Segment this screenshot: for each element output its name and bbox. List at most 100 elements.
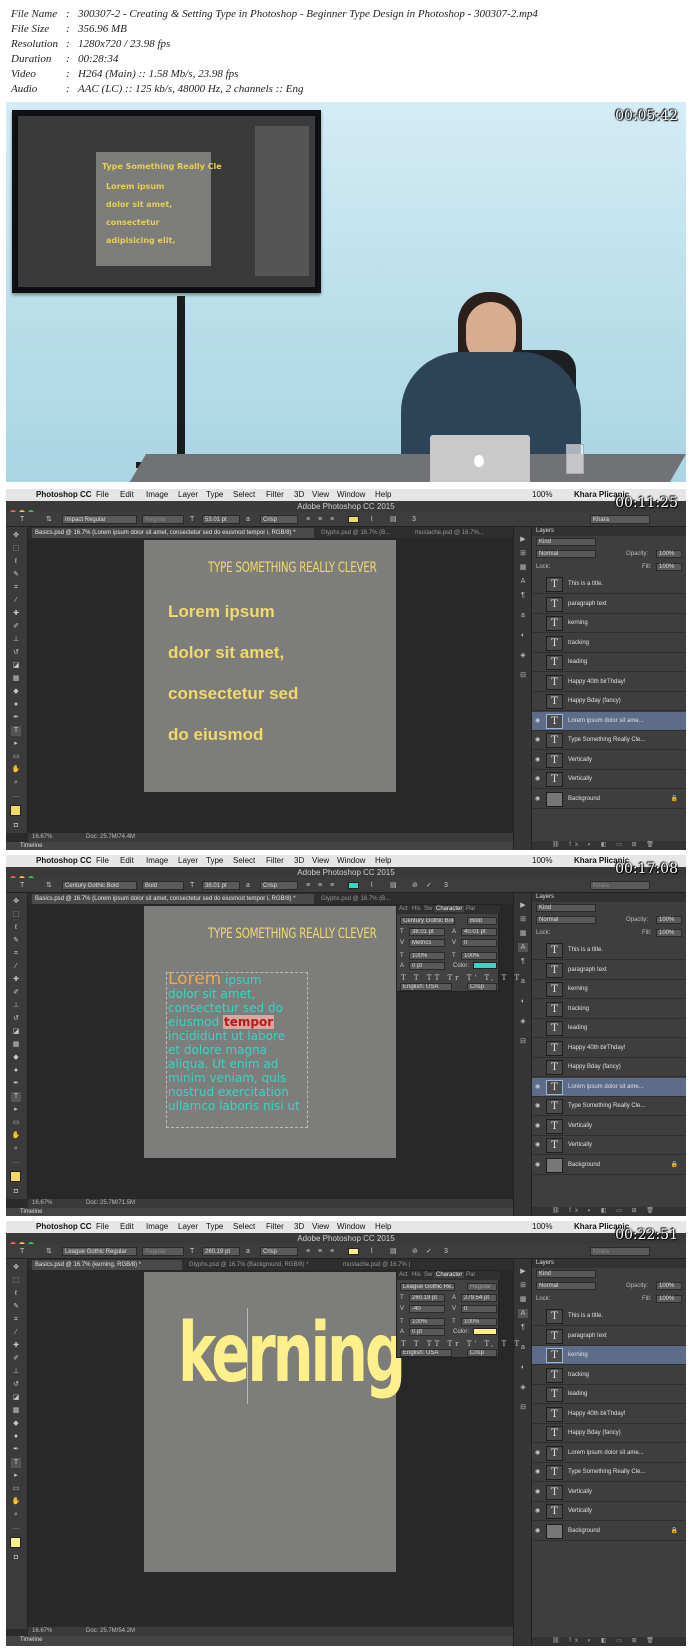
- char-kerning-field[interactable]: -40: [409, 1305, 445, 1313]
- font-style-select[interactable]: Regular: [142, 515, 184, 524]
- layer-row[interactable]: T This is a title.: [532, 1307, 686, 1326]
- fill-field[interactable]: 100%: [656, 563, 682, 571]
- language-select[interactable]: English: USA: [400, 1349, 452, 1357]
- eraser-tool-icon[interactable]: ◪: [11, 1027, 21, 1037]
- 3d-icon[interactable]: 3: [444, 881, 452, 890]
- blend-mode-select[interactable]: Normal: [536, 916, 596, 924]
- channels-icon[interactable]: ⊟: [518, 1403, 528, 1412]
- layer-row[interactable]: Ttracking: [532, 634, 686, 653]
- zoom-level[interactable]: 16.67%: [32, 1627, 52, 1636]
- tab-basics[interactable]: Basics.psd @ 16.7% (kerning, RGB/8) *: [32, 1260, 182, 1270]
- 3d-icon[interactable]: 3: [412, 515, 420, 524]
- visibility-eye-icon[interactable]: [535, 1411, 542, 1417]
- menu-type[interactable]: Type: [206, 490, 223, 499]
- menu-layer[interactable]: Layer: [178, 856, 198, 865]
- layer-row-background[interactable]: ◉ Background 🔒: [532, 1156, 686, 1175]
- visibility-eye-icon[interactable]: [535, 947, 542, 953]
- menu-type[interactable]: Type: [206, 1222, 223, 1231]
- canvas[interactable]: TYPE SOMETHING REALLY CLEVER Lorem ipsum…: [144, 906, 396, 1158]
- eyedropper-tool-icon[interactable]: ⁄: [11, 962, 21, 972]
- eyedropper-tool-icon[interactable]: ⁄: [11, 1328, 21, 1338]
- cancel-icon[interactable]: ⊘: [412, 1247, 420, 1256]
- char-size-field[interactable]: 260.19 pt: [409, 1294, 445, 1302]
- marquee-tool-icon[interactable]: ⬚: [11, 1276, 21, 1286]
- play-icon[interactable]: ▶: [518, 901, 528, 910]
- move-tool-icon[interactable]: ✥: [11, 1263, 21, 1273]
- zoom-level[interactable]: 16.67%: [32, 1199, 52, 1208]
- move-tool-icon[interactable]: ✥: [11, 531, 21, 541]
- layer-row[interactable]: ◉ T Lorem ipsum dolor sit ame...: [532, 1077, 686, 1097]
- layer-row[interactable]: ◉ T Vertically: [532, 1483, 686, 1502]
- quick-mask-icon[interactable]: ◘: [11, 1187, 21, 1197]
- healing-tool-icon[interactable]: ✚: [11, 1341, 21, 1351]
- zoom-tool-icon[interactable]: ⌕: [11, 778, 21, 788]
- marquee-tool-icon[interactable]: ⬚: [11, 544, 21, 554]
- hand-tool-icon[interactable]: ✋: [11, 1131, 21, 1141]
- tab-glyphs[interactable]: Glyphs.psd @ 16.7% (Background, RGB/8) *: [186, 1260, 336, 1270]
- layer-row[interactable]: Ttracking: [532, 1366, 686, 1385]
- char-aa-select[interactable]: Crisp: [467, 983, 497, 991]
- char-style-select[interactable]: Bold: [467, 917, 497, 925]
- layer-row[interactable]: ◉ T Type Something Really Cle...: [532, 1097, 686, 1116]
- menu-select[interactable]: Select: [233, 856, 255, 865]
- layer-row[interactable]: T Happy Bday (fancy): [532, 692, 686, 711]
- layer-row[interactable]: T This is a title.: [532, 941, 686, 960]
- layer-row[interactable]: T This is a title.: [532, 575, 686, 594]
- char-style-select[interactable]: Regular: [467, 1283, 497, 1291]
- visibility-eye-icon[interactable]: [535, 1372, 542, 1378]
- tab-character[interactable]: Character: [434, 1272, 465, 1278]
- language-select[interactable]: English: USA: [400, 983, 452, 991]
- layer-row[interactable]: Tparagraph text: [532, 595, 686, 614]
- layer-row[interactable]: Tparagraph text: [532, 1327, 686, 1346]
- layers-panel-title[interactable]: Layers: [532, 527, 686, 536]
- marquee-tool-icon[interactable]: ⬚: [11, 910, 21, 920]
- tab-actions[interactable]: Act: [399, 906, 408, 912]
- menu-filter[interactable]: Filter: [266, 1222, 284, 1231]
- anti-alias-select[interactable]: Crisp: [260, 1247, 298, 1256]
- visibility-eye-icon[interactable]: ◉: [535, 1489, 542, 1495]
- layer-row[interactable]: Ttracking: [532, 1000, 686, 1019]
- play-icon[interactable]: ▶: [518, 1267, 528, 1276]
- char-size-field[interactable]: 38.01 pt: [409, 928, 445, 936]
- visibility-eye-icon[interactable]: ◉: [535, 718, 542, 724]
- quick-select-tool-icon[interactable]: ✎: [11, 1302, 21, 1312]
- more-tools-icon[interactable]: …: [11, 791, 21, 801]
- quick-mask-icon[interactable]: ◘: [11, 1553, 21, 1563]
- visibility-eye-icon[interactable]: ◉: [535, 757, 542, 763]
- visibility-eye-icon[interactable]: ◉: [535, 776, 542, 782]
- move-tool-icon[interactable]: ✥: [11, 897, 21, 907]
- menu-layer[interactable]: Layer: [178, 490, 198, 499]
- menu-view[interactable]: View: [312, 490, 329, 499]
- dodge-tool-icon[interactable]: ●: [11, 700, 21, 710]
- more-tools-icon[interactable]: …: [11, 1523, 21, 1533]
- layer-row[interactable]: Tleading: [532, 653, 686, 672]
- text-orientation-icon[interactable]: ⇅: [46, 515, 54, 524]
- swatches-icon[interactable]: ▦: [518, 929, 528, 938]
- layer-row[interactable]: T Happy 40th birThday!: [532, 673, 686, 692]
- brush-tool-icon[interactable]: ✐: [11, 988, 21, 998]
- visibility-eye-icon[interactable]: ◉: [535, 1142, 542, 1148]
- visibility-eye-icon[interactable]: [535, 986, 542, 992]
- foreground-color-swatch[interactable]: [10, 1537, 21, 1548]
- channels-icon[interactable]: ⊟: [518, 671, 528, 680]
- commit-icon[interactable]: ✓: [426, 1247, 434, 1256]
- layer-row[interactable]: ◉ T Vertically: [532, 1502, 686, 1521]
- gradient-tool-icon[interactable]: ▦: [11, 1040, 21, 1050]
- layer-row[interactable]: ◉ T Type Something Really Cle...: [532, 731, 686, 750]
- tab-glyphs[interactable]: Glyphs.psd @ 16.7% (B...: [318, 894, 408, 904]
- tab-swatches[interactable]: Sw: [424, 906, 432, 912]
- layer-row-background[interactable]: ◉ Background 🔒: [532, 1522, 686, 1541]
- char-kerning-select[interactable]: Metrics: [409, 939, 445, 947]
- adjustments-icon[interactable]: ◐: [518, 1363, 528, 1372]
- dodge-tool-icon[interactable]: ●: [11, 1432, 21, 1442]
- layer-filter-select[interactable]: Kind: [536, 904, 596, 912]
- layer-row[interactable]: Tleading: [532, 1019, 686, 1038]
- align-center-icon[interactable]: ≡: [318, 881, 326, 890]
- eraser-tool-icon[interactable]: ◪: [11, 1393, 21, 1403]
- menu-edit[interactable]: Edit: [120, 856, 134, 865]
- warp-text-icon[interactable]: ⌇: [370, 1247, 378, 1256]
- tab-character[interactable]: Character: [434, 906, 465, 912]
- libraries-icon[interactable]: ◈: [518, 651, 528, 660]
- visibility-eye-icon[interactable]: ◉: [535, 737, 542, 743]
- menu-file[interactable]: File: [96, 856, 109, 865]
